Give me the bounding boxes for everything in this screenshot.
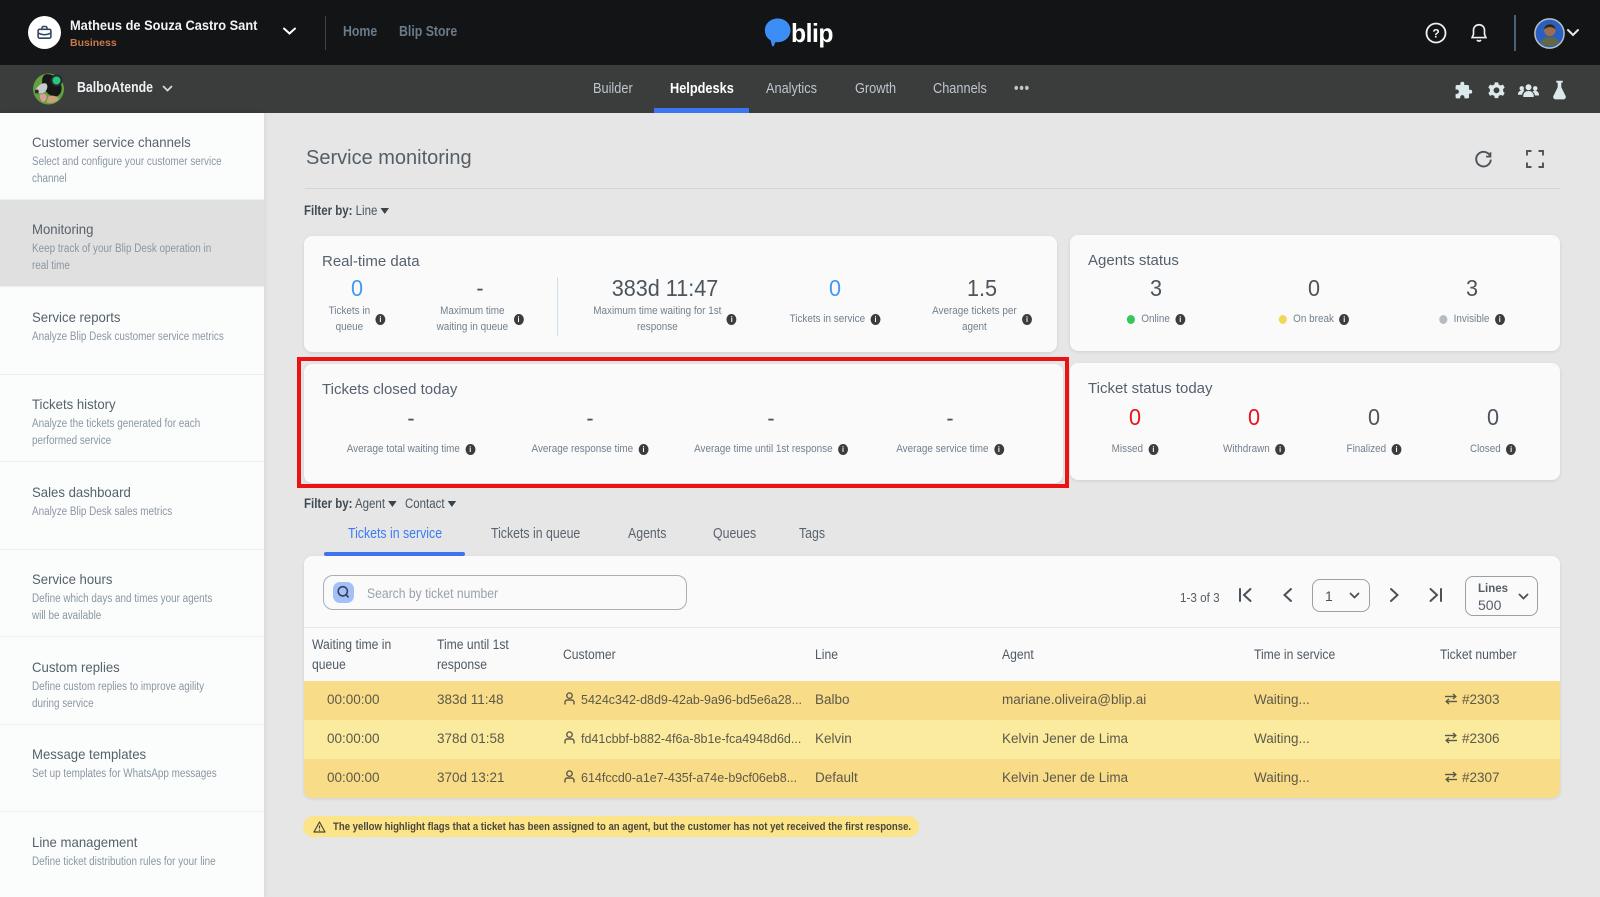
svg-text:?: ?: [1432, 27, 1439, 41]
